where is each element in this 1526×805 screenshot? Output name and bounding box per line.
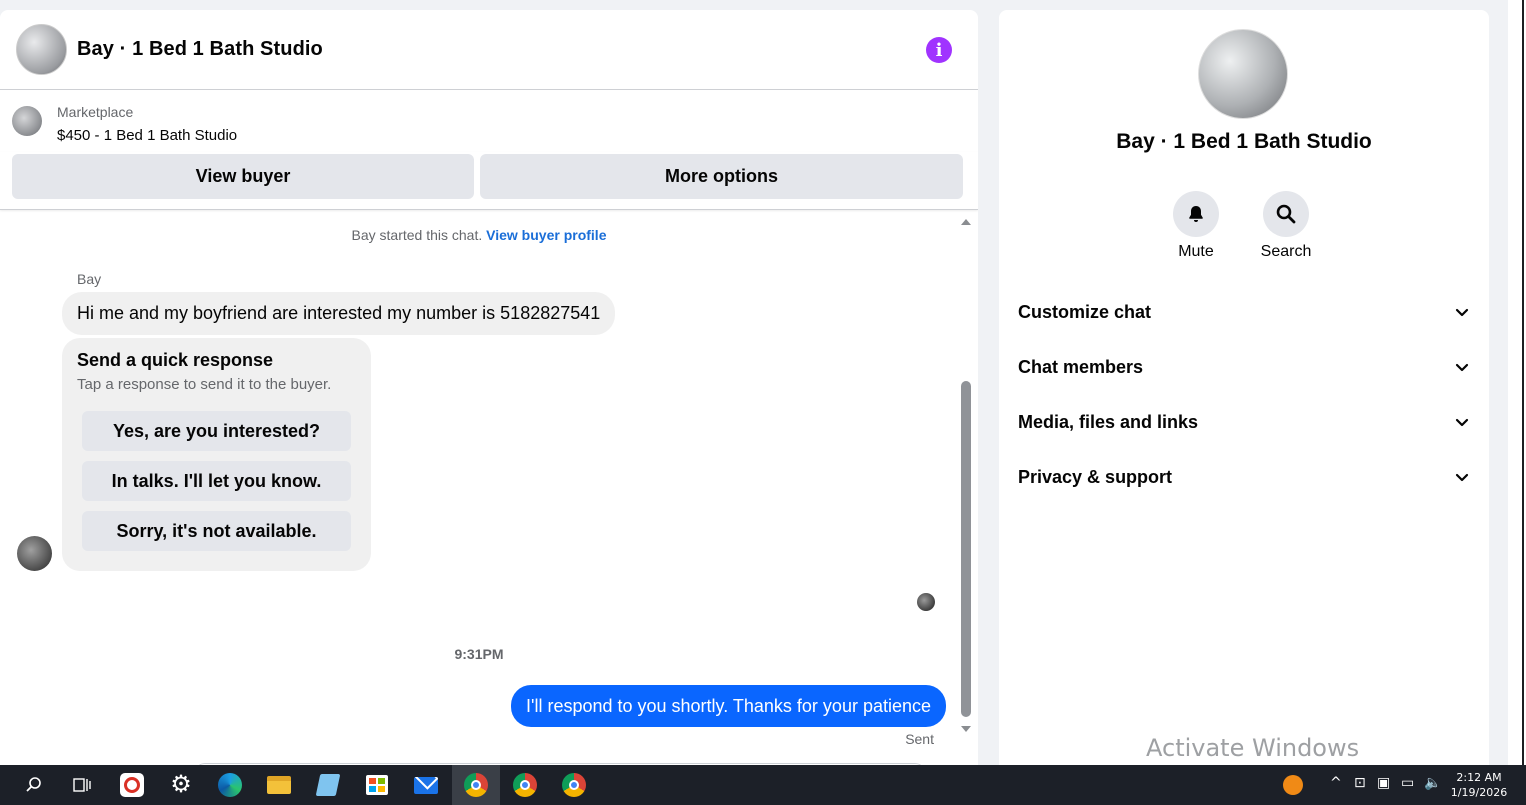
section-media-files-links[interactable]: Media, files and links [1018, 402, 1470, 442]
chrome-icon[interactable] [559, 771, 589, 799]
chat-info-panel: Bay · 1 Bed 1 Bath Studio Mute Search Cu… [999, 10, 1489, 765]
section-label: Privacy & support [1018, 466, 1173, 487]
clock-date: 1/19/2026 [1450, 786, 1508, 799]
chat-avatar[interactable] [16, 24, 67, 75]
weather-icon[interactable] [1278, 771, 1308, 799]
chat-started-notice: Bay started this chat. View buyer profil… [0, 227, 958, 243]
message-timestamp: 9:31PM [454, 646, 504, 662]
sender-name: Bay [77, 271, 102, 287]
chat-title[interactable]: Bay · 1 Bed 1 Bath Studio [77, 38, 323, 61]
section-label: Chat members [1018, 356, 1144, 377]
scrollbar[interactable] [960, 211, 972, 765]
side-title: Bay · 1 Bed 1 Bath Studio [1116, 130, 1372, 153]
quick-response-option[interactable]: Yes, are you interested? [82, 411, 351, 451]
listing-name: $450 - 1 Bed 1 Bath Studio [57, 127, 238, 144]
section-customize-chat[interactable]: Customize chat [1018, 292, 1470, 332]
edge-icon[interactable] [215, 771, 245, 799]
listing-row[interactable]: Marketplace $450 - 1 Bed 1 Bath Studio [0, 90, 978, 152]
quick-response-subtitle: Tap a response to send it to the buyer. [77, 376, 332, 393]
quick-response-card: Send a quick response Tap a response to … [62, 338, 371, 571]
seen-indicator-avatar [917, 593, 935, 611]
scrollbar-thumb[interactable] [961, 381, 971, 717]
section-label: Media, files and links [1018, 411, 1199, 432]
chrome-icon[interactable] [510, 771, 540, 799]
system-clock[interactable]: 2:12 AM 1/19/2026 [1450, 770, 1508, 800]
info-icon[interactable]: i [926, 37, 952, 63]
outgoing-message[interactable]: I'll respond to you shortly. Thanks for … [511, 685, 946, 727]
scroll-up-arrow-icon[interactable] [961, 219, 971, 225]
settings-icon[interactable]: ⚙ [166, 771, 196, 799]
side-avatar [1198, 29, 1288, 119]
page-scrollbar-edge [1522, 0, 1524, 765]
windows-taskbar: ⚙ ^ ⊡ ▣ ▭ 🔈 2:12 AM 1/19/2026 [0, 765, 1526, 805]
device-icon[interactable]: ⊡ [1354, 775, 1366, 791]
chevron-down-icon [1455, 473, 1469, 482]
store-icon[interactable] [362, 771, 392, 799]
chrome-icon[interactable] [461, 771, 491, 799]
red-app-icon[interactable] [117, 771, 147, 799]
search-icon [1263, 191, 1309, 237]
search-label: Search [1260, 243, 1312, 260]
activate-windows-watermark: Activate Windows [1146, 734, 1360, 762]
quick-response-option[interactable]: In talks. I'll let you know. [82, 461, 351, 501]
search-icon[interactable] [19, 771, 49, 799]
incoming-message[interactable]: Hi me and my boyfriend are interested my… [62, 292, 616, 335]
chat-started-text: Bay started this chat. [351, 227, 483, 243]
chevron-down-icon [1455, 363, 1469, 372]
more-options-button[interactable]: More options [480, 154, 963, 199]
listing-label: Marketplace [57, 104, 134, 120]
sent-status: Sent [905, 731, 934, 747]
chevron-down-icon [1455, 418, 1469, 427]
clock-time: 2:12 AM [1456, 771, 1502, 784]
quick-response-title: Send a quick response [77, 350, 274, 370]
section-label: Customize chat [1018, 301, 1152, 322]
notepad-icon[interactable] [313, 771, 343, 799]
view-buyer-button[interactable]: View buyer [12, 154, 474, 199]
mute-button[interactable]: Mute [1161, 191, 1231, 261]
chat-panel: Bay · 1 Bed 1 Bath Studio i Marketplace … [0, 10, 978, 765]
network-icon[interactable]: ▭ [1401, 775, 1414, 791]
task-view-icon[interactable] [67, 771, 97, 799]
chat-header: Bay · 1 Bed 1 Bath Studio i [0, 10, 978, 90]
search-button[interactable]: Search [1251, 191, 1321, 261]
chevron-up-icon[interactable]: ^ [1330, 775, 1342, 791]
section-privacy-support[interactable]: Privacy & support [1018, 457, 1470, 497]
listing-actions: View buyer More options [0, 152, 978, 210]
bell-icon [1173, 191, 1219, 237]
volume-icon[interactable]: 🔈 [1424, 775, 1441, 791]
mute-label: Mute [1178, 243, 1214, 260]
view-buyer-profile-link[interactable]: View buyer profile [486, 227, 606, 243]
file-explorer-icon[interactable] [264, 771, 294, 799]
mail-icon[interactable] [411, 771, 441, 799]
listing-thumbnail [12, 106, 42, 136]
scroll-down-arrow-icon[interactable] [961, 726, 971, 732]
chevron-down-icon [1455, 308, 1469, 317]
quick-response-option[interactable]: Sorry, it's not available. [82, 511, 351, 551]
sender-avatar[interactable] [17, 536, 52, 571]
section-chat-members[interactable]: Chat members [1018, 347, 1470, 387]
message-list[interactable]: Bay started this chat. View buyer profil… [0, 211, 978, 765]
security-icon[interactable]: ▣ [1377, 775, 1390, 791]
